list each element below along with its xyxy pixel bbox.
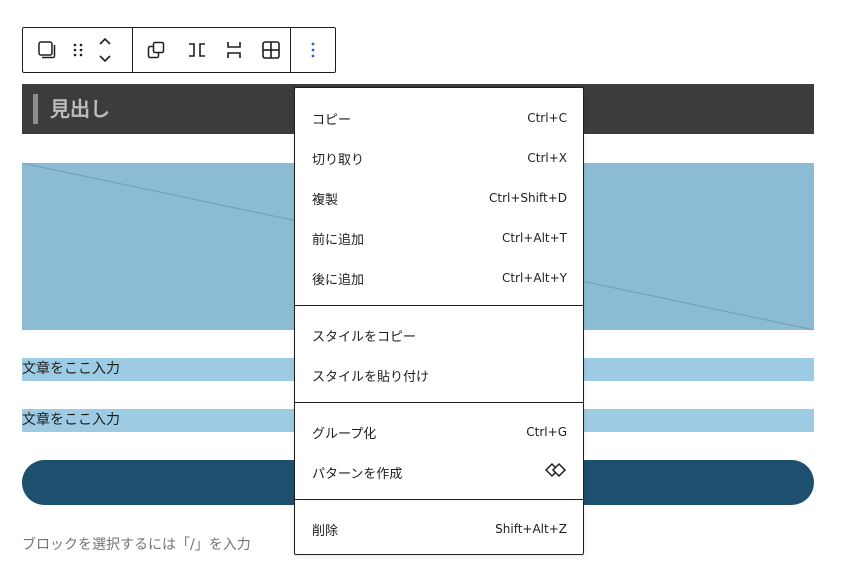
- more-options-icon: [311, 42, 315, 58]
- grid-icon: [262, 41, 280, 59]
- menu-item-label: 前に追加: [312, 232, 365, 248]
- menu-item-label: パターンを作成: [312, 466, 403, 482]
- menu-item-paste-styles[interactable]: スタイルを貼り付け: [295, 355, 583, 395]
- menu-item-duplicate[interactable]: 複製 Ctrl+Shift+D: [295, 178, 583, 218]
- group-icon: [147, 41, 165, 59]
- transform-icon: [37, 40, 57, 60]
- menu-item-shortcut: Ctrl+X: [527, 151, 567, 165]
- menu-group-delete: 削除 Shift+Alt+Z: [295, 500, 583, 559]
- menu-item-insert-before[interactable]: 前に追加 Ctrl+Alt+T: [295, 218, 583, 258]
- toolbar-group-options: [291, 28, 335, 72]
- block-options-menu: コピー Ctrl+C 切り取り Ctrl+X 複製 Ctrl+Shift+D 前…: [294, 87, 584, 555]
- menu-item-shortcut: Shift+Alt+Z: [495, 522, 567, 536]
- menu-item-label: 複製: [312, 192, 339, 208]
- row-icon: [187, 43, 207, 57]
- menu-group-styles: スタイルをコピー スタイルを貼り付け: [295, 306, 583, 403]
- stack-button[interactable]: [215, 28, 253, 72]
- menu-item-label: 切り取り: [312, 152, 365, 168]
- drag-handle[interactable]: [71, 28, 85, 72]
- menu-item-shortcut: Ctrl+Alt+Y: [501, 271, 567, 285]
- menu-item-shortcut: Ctrl+G: [526, 425, 567, 439]
- menu-item-label: スタイルを貼り付け: [312, 369, 430, 385]
- menu-item-insert-after[interactable]: 後に追加 Ctrl+Alt+Y: [295, 258, 583, 298]
- menu-item-group[interactable]: グループ化 Ctrl+G: [295, 412, 583, 452]
- menu-item-create-pattern[interactable]: パターンを作成: [295, 452, 583, 492]
- menu-item-copy-styles[interactable]: スタイルをコピー: [295, 315, 583, 355]
- toolbar-group-block: [23, 28, 133, 72]
- menu-group-edit: コピー Ctrl+C 切り取り Ctrl+X 複製 Ctrl+Shift+D 前…: [295, 88, 583, 306]
- menu-item-label: グループ化: [312, 426, 377, 442]
- row-button[interactable]: [179, 28, 215, 72]
- menu-item-shortcut: Ctrl+Alt+T: [501, 231, 567, 245]
- drag-handle-icon: [73, 42, 83, 58]
- move-up-down-button[interactable]: [85, 28, 125, 72]
- menu-item-label: スタイルをコピー: [312, 329, 417, 345]
- transform-button[interactable]: [23, 28, 71, 72]
- group-button[interactable]: [133, 28, 179, 72]
- pattern-diamond-icon: [544, 462, 567, 482]
- heading-text[interactable]: 見出し: [50, 95, 110, 123]
- menu-item-label: コピー: [312, 112, 352, 128]
- menu-item-shortcut: Ctrl+Shift+D: [489, 191, 567, 205]
- menu-item-copy[interactable]: コピー Ctrl+C: [295, 98, 583, 138]
- block-appender-placeholder[interactable]: ブロックを選択するには「/」を入力: [22, 535, 251, 555]
- menu-item-label: 後に追加: [312, 272, 365, 288]
- more-options-button[interactable]: [291, 28, 335, 72]
- heading-accent-bar: [33, 94, 38, 124]
- stack-icon: [227, 40, 241, 60]
- menu-group-group: グループ化 Ctrl+G パターンを作成: [295, 403, 583, 500]
- move-up-down-icon: [98, 36, 112, 64]
- menu-item-shortcut: Ctrl+C: [527, 111, 567, 125]
- toolbar-group-layout: [133, 28, 291, 72]
- menu-item-cut[interactable]: 切り取り Ctrl+X: [295, 138, 583, 178]
- grid-button[interactable]: [253, 28, 289, 72]
- block-toolbar: [22, 27, 336, 73]
- menu-item-delete[interactable]: 削除 Shift+Alt+Z: [295, 509, 583, 549]
- menu-item-label: 削除: [312, 523, 339, 539]
